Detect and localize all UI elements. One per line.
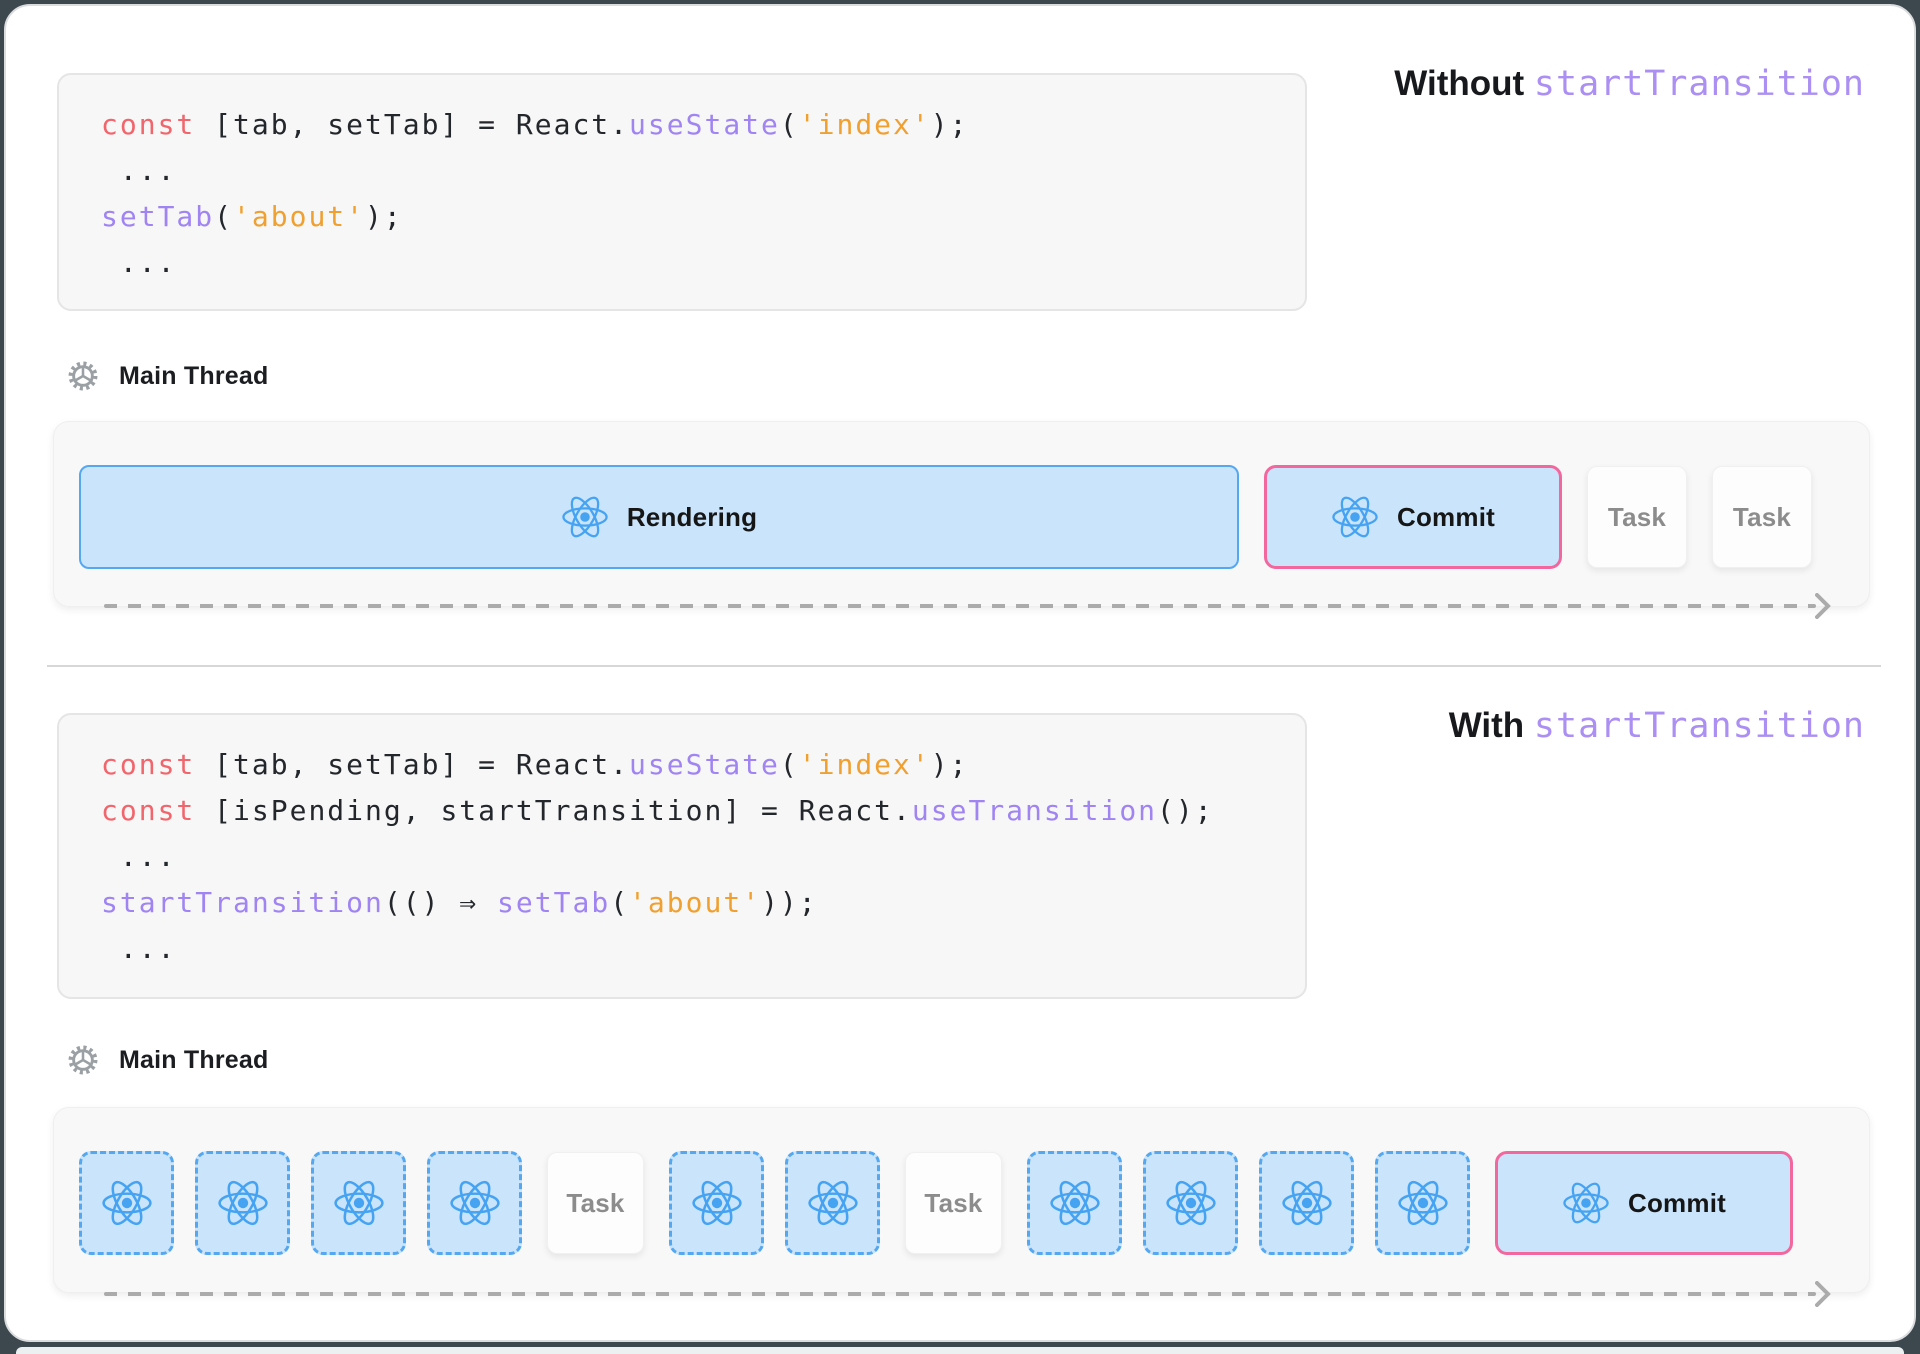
block-label: Task [1733,502,1791,533]
code-token: [tab, setTab] = React. [195,108,629,141]
commit-block: Commit [1264,465,1562,569]
code-token: [tab, setTab] = React. [195,748,629,781]
code-token: 'index' [799,748,931,781]
react-logo-icon [1331,493,1379,541]
main-thread-row-without: Main Thread [66,358,268,394]
gear-icon [66,359,100,393]
code-token: )); [761,886,818,919]
react-logo-icon [1562,1179,1610,1227]
code-token: ... [101,246,176,279]
render-work-block [1259,1151,1354,1255]
code-line: setTab('about'); [101,194,1269,240]
heading-prefix: Without [1394,64,1534,103]
code-token: useState [629,108,780,141]
heading-prefix: With [1449,706,1534,745]
react-logo-icon [449,1177,501,1229]
code-token: const [101,794,195,827]
arrowhead-icon [1815,1281,1831,1307]
code-line: ... [101,148,1269,194]
code-line: const [isPending, startTransition] = Rea… [101,788,1269,834]
render-work-block [195,1151,290,1255]
render-work-block [79,1151,174,1255]
task-block: Task [547,1152,644,1254]
task-block: Task [905,1152,1002,1254]
code-token: ); [931,748,969,781]
code-token: ... [101,932,176,965]
react-logo-icon [333,1177,385,1229]
react-logo-icon [217,1177,269,1229]
block-label: Commit [1628,1188,1726,1219]
react-logo-icon [1049,1177,1101,1229]
code-token: (() ⇒ [384,886,497,919]
timeline-arrow-with [104,1292,1816,1296]
rendering-block: Rendering [79,465,1239,569]
code-token: const [101,748,195,781]
code-token: 'about' [233,200,365,233]
code-line: ... [101,926,1269,972]
code-token: const [101,108,195,141]
code-token: setTab [497,886,610,919]
main-thread-track-without: Rendering Commit Task Task [53,421,1870,607]
code-line: const [tab, setTab] = React.useState('in… [101,742,1269,788]
render-work-block [427,1151,522,1255]
block-label: Commit [1397,502,1495,533]
block-label: Task [1608,502,1666,533]
code-token: 'index' [799,108,931,141]
block-label: Task [924,1188,982,1219]
block-label: Rendering [627,502,757,533]
react-logo-icon [1281,1177,1333,1229]
task-block: Task [1587,466,1687,568]
render-work-block [669,1151,764,1255]
render-work-block [1375,1151,1470,1255]
react-logo-icon [807,1177,859,1229]
react-logo-icon [561,493,609,541]
code-token: ... [101,840,176,873]
code-token: useState [629,748,780,781]
react-logo-icon [101,1177,153,1229]
timeline-arrow-without [104,604,1816,608]
react-logo-icon [1397,1177,1449,1229]
code-token: [isPending, startTransition] = React. [195,794,912,827]
code-token: ); [931,108,969,141]
code-line: ... [101,834,1269,880]
diagram-card: const [tab, setTab] = React.useState('in… [4,4,1916,1342]
main-thread-track-with: Task Task Commit [53,1107,1870,1293]
heading-keyword-code: startTransition [1534,706,1865,746]
code-token: ( [214,200,233,233]
code-token: 'about' [629,886,761,919]
commit-block: Commit [1495,1151,1793,1255]
block-label: Task [566,1188,624,1219]
code-line: const [tab, setTab] = React.useState('in… [101,102,1269,148]
react-logo-icon [1165,1177,1217,1229]
code-token: ( [610,886,629,919]
main-thread-label: Main Thread [119,362,268,391]
task-block: Task [1712,466,1812,568]
heading-keyword-code: startTransition [1534,64,1865,104]
code-token: ( [780,748,799,781]
code-token: ... [101,154,176,187]
code-token: startTransition [101,886,384,919]
section-divider [47,665,1881,667]
code-token: ( [780,108,799,141]
code-line: ... [101,240,1269,286]
code-token: setTab [101,200,214,233]
arrowhead-icon [1815,593,1831,619]
render-work-block [1143,1151,1238,1255]
code-token: (); [1157,794,1214,827]
gear-icon [66,1043,100,1077]
code-token: useTransition [912,794,1157,827]
code-block-with: const [tab, setTab] = React.useState('in… [57,713,1307,999]
heading-with-starttransition: With startTransition [1449,704,1865,748]
bottom-card-edge [16,1347,1904,1354]
main-thread-row-with: Main Thread [66,1042,268,1078]
heading-without-starttransition: Without startTransition [1394,62,1865,106]
code-block-without: const [tab, setTab] = React.useState('in… [57,73,1307,311]
react-logo-icon [691,1177,743,1229]
render-work-block [1027,1151,1122,1255]
render-work-block [785,1151,880,1255]
main-thread-label: Main Thread [119,1046,268,1075]
render-work-block [311,1151,406,1255]
code-token: ); [365,200,403,233]
code-line: startTransition(() ⇒ setTab('about')); [101,880,1269,926]
